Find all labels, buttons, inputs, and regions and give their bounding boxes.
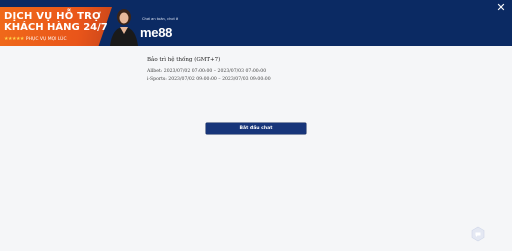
rating-stars-icon: ★★★★★	[4, 36, 24, 42]
brand-logo: me88	[140, 25, 173, 40]
banner-tagline: Chơi an toàn, chơi ở	[142, 17, 178, 21]
banner-subline: ★★★★★ PHỤC VỤ MỌI LÚC	[4, 36, 67, 42]
banner-headline-2: KHÁCH HÀNG 24/7	[4, 22, 108, 33]
maintenance-notice: Bảo trì hệ thống (GMT+7) Allbet: 2023/07…	[147, 57, 347, 85]
start-chat-button[interactable]: Bắt đầu chat	[206, 123, 306, 134]
top-header-bar: DỊCH VỤ HỖ TRỢ KHÁCH HÀNG 24/7 ★★★★★ PHỤC…	[0, 0, 512, 46]
support-agent-image	[110, 9, 138, 46]
chat-widget-icon[interactable]	[470, 226, 486, 242]
promo-banner[interactable]: DỊCH VỤ HỖ TRỢ KHÁCH HÀNG 24/7 ★★★★★ PHỤC…	[0, 7, 182, 46]
notice-title: Bảo trì hệ thống (GMT+7)	[147, 57, 221, 63]
notice-item: Allbet: 2023/07/02 07:00:00 – 2023/07/03…	[147, 69, 267, 74]
close-icon[interactable]: ✕	[495, 2, 507, 14]
notice-item: i-Sports: 2023/07/02 09:00:00 – 2023/07/…	[147, 77, 271, 82]
banner-headline-1: DỊCH VỤ HỖ TRỢ	[4, 11, 101, 22]
banner-subline-text: PHỤC VỤ MỌI LÚC	[25, 37, 67, 42]
